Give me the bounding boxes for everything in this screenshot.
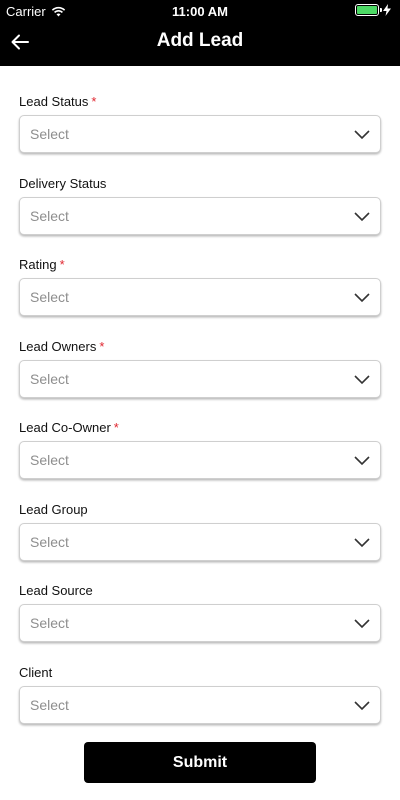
chevron-down-icon: [354, 617, 370, 629]
status-time: 11:00 AM: [0, 4, 400, 19]
lead-owners-select[interactable]: Select: [19, 360, 381, 398]
required-marker: *: [114, 420, 119, 435]
select-placeholder: Select: [30, 371, 69, 387]
submit-button[interactable]: Submit: [84, 742, 316, 783]
field-delivery-status: Delivery Status Select: [19, 175, 381, 235]
field-client: Client Select: [19, 664, 381, 724]
field-lead-source: Lead Source Select: [19, 582, 381, 642]
chevron-down-icon: [354, 536, 370, 548]
select-placeholder: Select: [30, 208, 69, 224]
field-label: Delivery Status: [19, 175, 381, 193]
client-select[interactable]: Select: [19, 686, 381, 724]
select-placeholder: Select: [30, 534, 69, 550]
charging-icon: [383, 4, 391, 16]
chevron-down-icon: [354, 454, 370, 466]
battery-indicator: [355, 4, 391, 16]
page-title: Add Lead: [0, 30, 400, 52]
select-placeholder: Select: [30, 615, 69, 631]
delivery-status-select[interactable]: Select: [19, 197, 381, 235]
field-label: Lead Status*: [19, 93, 381, 111]
lead-status-select[interactable]: Select: [19, 115, 381, 153]
status-bar: Carrier 11:00 AM: [0, 0, 400, 22]
lead-co-owner-select[interactable]: Select: [19, 441, 381, 479]
rating-select[interactable]: Select: [19, 278, 381, 316]
field-label: Rating*: [19, 256, 381, 274]
field-label: Lead Source: [19, 582, 381, 600]
chevron-down-icon: [354, 373, 370, 385]
app-header: Carrier 11:00 AM Add Lead: [0, 0, 400, 66]
lead-group-select[interactable]: Select: [19, 523, 381, 561]
field-lead-group: Lead Group Select: [19, 501, 381, 561]
select-placeholder: Select: [30, 126, 69, 142]
field-lead-owners: Lead Owners* Select: [19, 338, 381, 398]
required-marker: *: [60, 257, 65, 272]
battery-icon: [355, 4, 379, 16]
select-placeholder: Select: [30, 289, 69, 305]
nav-bar: Add Lead: [0, 22, 400, 62]
field-rating: Rating* Select: [19, 256, 381, 316]
field-label: Lead Group: [19, 501, 381, 519]
field-label: Client: [19, 664, 381, 682]
chevron-down-icon: [354, 699, 370, 711]
select-placeholder: Select: [30, 697, 69, 713]
lead-source-select[interactable]: Select: [19, 604, 381, 642]
field-lead-status: Lead Status* Select: [19, 93, 381, 153]
select-placeholder: Select: [30, 452, 69, 468]
required-marker: *: [99, 339, 104, 354]
chevron-down-icon: [354, 128, 370, 140]
field-lead-co-owner: Lead Co-Owner* Select: [19, 419, 381, 479]
field-label: Lead Owners*: [19, 338, 381, 356]
field-label: Lead Co-Owner*: [19, 419, 381, 437]
chevron-down-icon: [354, 210, 370, 222]
chevron-down-icon: [354, 291, 370, 303]
required-marker: *: [91, 94, 96, 109]
